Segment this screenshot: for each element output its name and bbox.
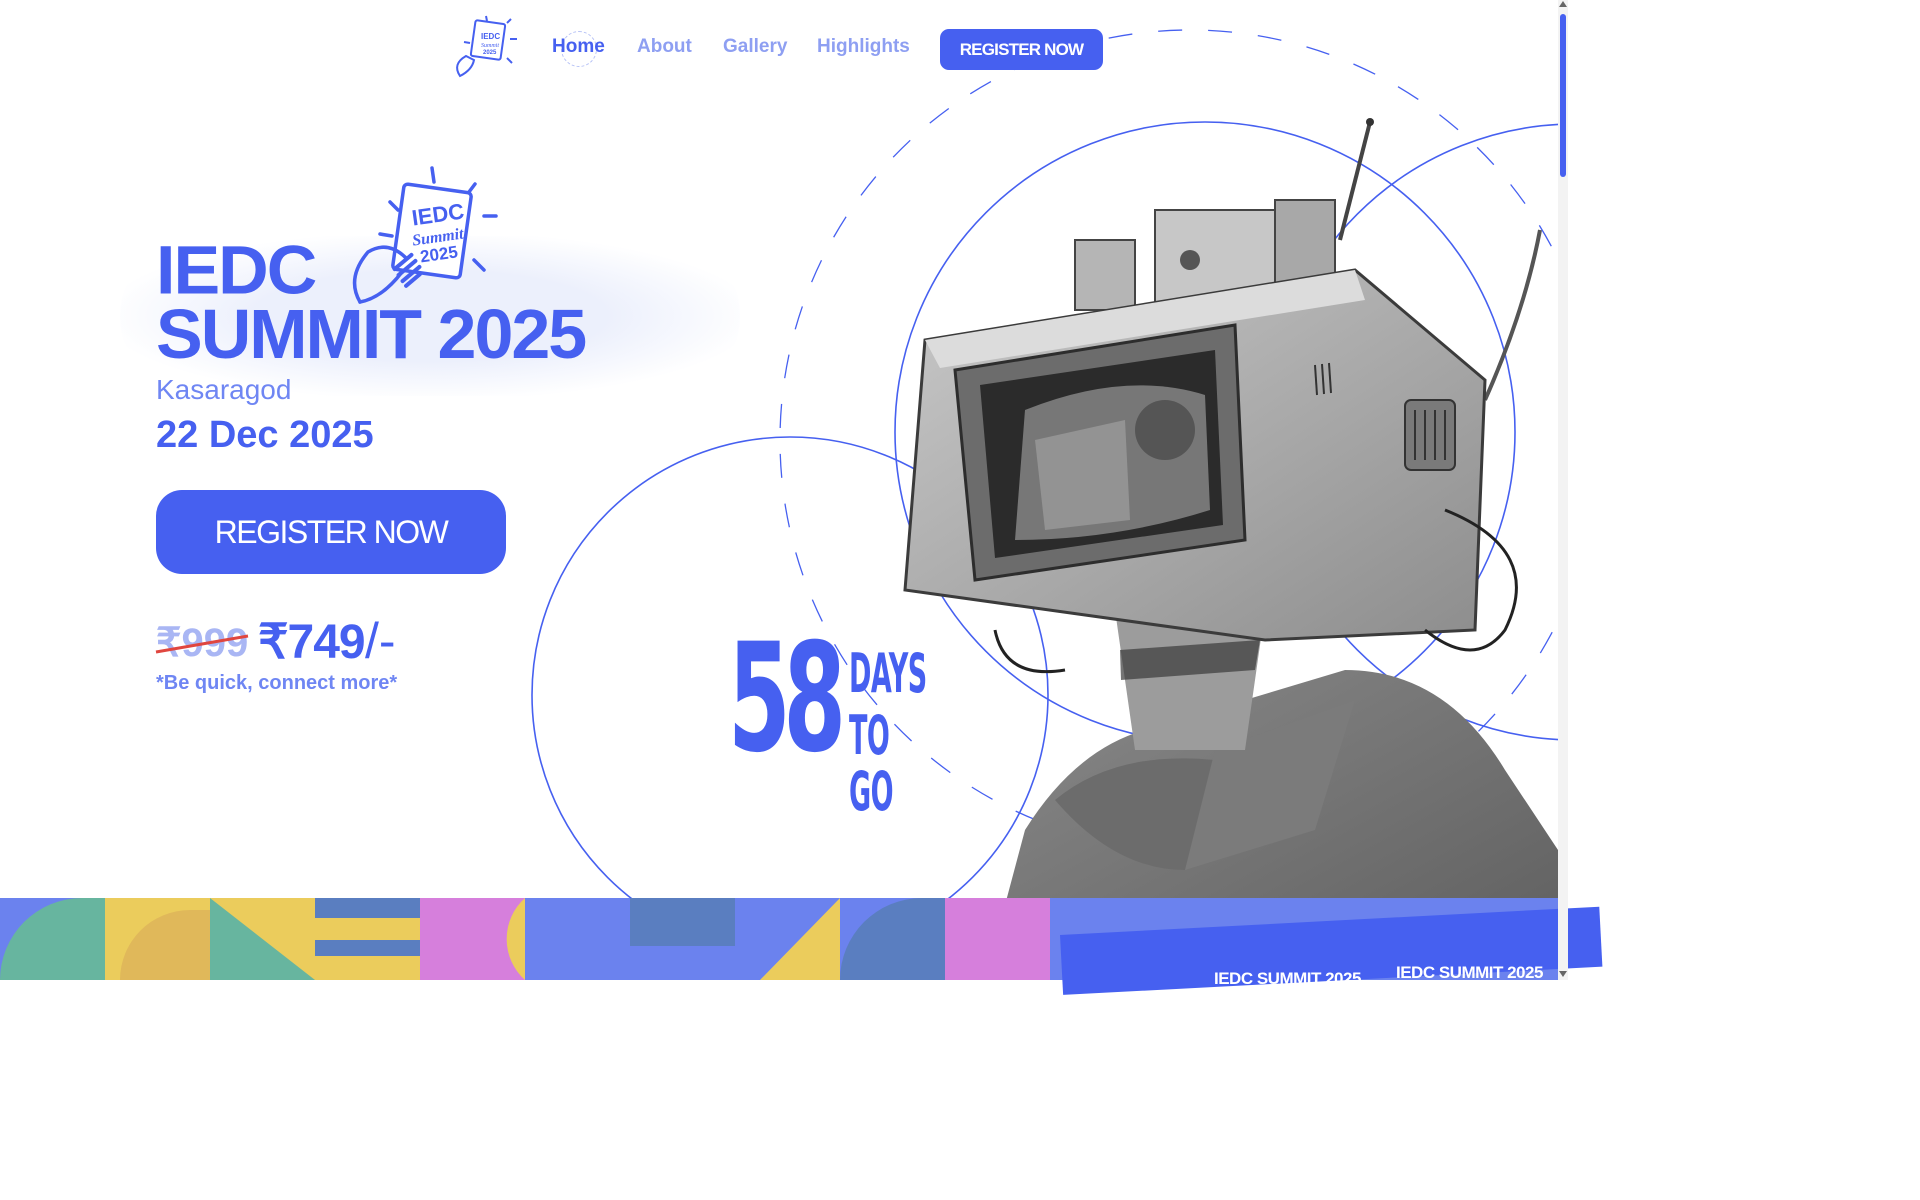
hero-title-line2: SUMMIT 2025	[156, 295, 587, 373]
svg-text:Summit: Summit	[481, 43, 499, 49]
price-suffix: /-	[365, 613, 396, 669]
pattern-tile	[630, 946, 735, 980]
scroll-up-arrow-icon[interactable]	[1559, 1, 1567, 7]
tv-head-figure-image	[903, 118, 1558, 980]
nav-register-button[interactable]: REGISTER NOW	[940, 29, 1103, 70]
event-date: 22 Dec 2025	[156, 414, 374, 456]
pattern-tile	[945, 898, 1050, 980]
price-strikethrough	[155, 634, 249, 654]
top-navigation: IEDC Summit 2025 Home About Gallery High…	[0, 0, 1558, 96]
svg-text:2025: 2025	[483, 50, 497, 56]
discounted-price: ₹749	[258, 616, 366, 669]
nav-link-highlights[interactable]: Highlights	[817, 36, 910, 58]
nav-link-gallery[interactable]: Gallery	[723, 36, 787, 58]
hero-register-button[interactable]: REGISTER NOW	[156, 490, 506, 574]
price-note: *Be quick, connect more*	[156, 672, 398, 694]
nav-link-home[interactable]: Home	[552, 36, 605, 58]
summit-badge-icon: IEDC Summit 2025	[352, 166, 498, 304]
pattern-tile	[315, 918, 420, 940]
ticker-item: IEDC SUMMIT 2025	[1214, 969, 1361, 988]
iedc-summit-logo[interactable]: IEDC Summit 2025	[450, 14, 522, 84]
nav-link-about[interactable]: About	[637, 36, 692, 58]
event-location: Kasaragod	[156, 374, 292, 405]
scroll-down-arrow-icon[interactable]	[1559, 971, 1567, 977]
scroll-thumb[interactable]	[1560, 14, 1566, 177]
pattern-tile	[315, 956, 420, 980]
countdown-days-number: 58	[728, 612, 846, 786]
pattern-tile	[525, 898, 630, 980]
ticker-item: IEDC SUMMIT 2025	[1396, 963, 1543, 982]
page-scrollbar[interactable]	[1558, 0, 1568, 980]
svg-text:IEDC: IEDC	[481, 32, 500, 41]
